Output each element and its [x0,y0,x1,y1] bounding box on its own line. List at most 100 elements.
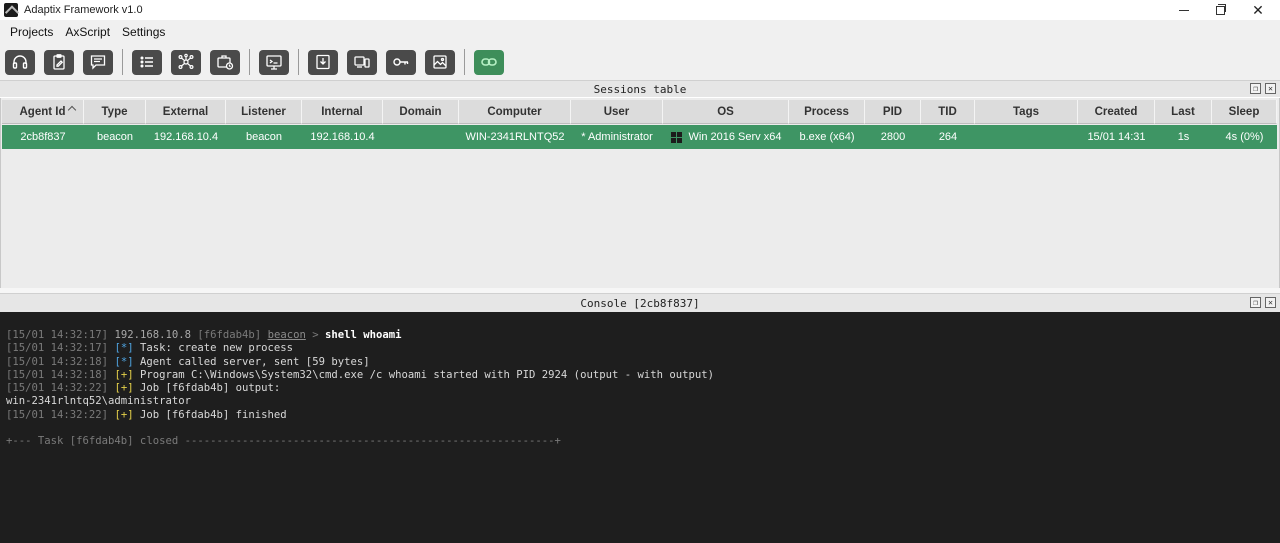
cell-computer: WIN-2341RLNTQ52 [465,131,565,143]
cell-os-text: Win 2016 Serv x64 [688,131,782,143]
column-header-computer[interactable]: Computer [459,100,571,124]
briefcase-clock-icon [217,55,234,70]
cell-process: b.exe (x64) [799,131,855,143]
link-icon [481,58,497,66]
cell-domain [383,125,459,149]
cell-last: 1s [1177,131,1190,143]
title-bar: Adaptix Framework v1.0 ✕ [0,0,1280,20]
panel-float-button[interactable]: ❐ [1250,83,1261,94]
download-tray-icon [316,54,330,70]
windows-logo-icon [670,131,682,143]
window-title: Adaptix Framework v1.0 [24,4,143,16]
downloads-button[interactable] [308,49,338,75]
toolbar [0,44,1280,80]
panel-float-button[interactable]: ❐ [1250,297,1261,308]
column-header-last[interactable]: Last [1155,100,1212,124]
column-header-process[interactable]: Process [789,100,865,124]
close-icon: ✕ [1268,84,1273,93]
console-panel-title: Console [2cb8f837] [580,296,700,310]
sessions-list-button[interactable] [132,49,162,75]
column-header-domain[interactable]: Domain [383,100,459,124]
devices-icon [354,56,370,68]
key-icon [393,58,409,66]
graph-button[interactable] [171,49,201,75]
cell-created: 15/01 14:31 [1087,131,1146,143]
cell-type: beacon [96,131,134,143]
close-icon: ✕ [1252,1,1264,18]
list-icon [140,56,153,68]
console-line: [15/01 14:32:17] [*] Task: create new pr… [6,342,294,355]
console-output-line: win-2341rlntq52\administrator [6,395,191,408]
sessions-panel-title: Sessions table [593,82,687,96]
console-prompt-line: [15/01 14:32:17] 192.168.10.8 [f6fdab4b]… [6,329,402,341]
toolbar-separator [298,49,299,75]
toolbar-separator [249,49,250,75]
column-header-os[interactable]: OS [663,100,789,124]
table-row[interactable]: 2cb8f837 beacon 192.168.10.4 beacon 192.… [2,125,1277,149]
float-icon: ❐ [1253,84,1258,93]
monitor-code-icon [266,55,282,70]
terminal-button[interactable] [259,49,289,75]
panel-close-button[interactable]: ✕ [1265,83,1276,94]
column-header-pid[interactable]: PID [865,100,921,124]
cell-os: Win 2016 Serv x64 [663,125,789,149]
listeners-link-button[interactable] [474,49,504,75]
chat-button[interactable] [83,49,113,75]
sessions-panel-header: Sessions table ❐ ✕ [0,80,1280,97]
console-task-footer: +--- Task [f6fdab4b] closed ------------… [6,435,561,447]
column-header-sleep[interactable]: Sleep [1212,100,1277,124]
console-panel-header: Console [2cb8f837] ❐ ✕ [0,293,1280,312]
column-header-internal[interactable]: Internal [302,100,383,124]
minimize-button[interactable] [1166,0,1202,20]
console-line: [15/01 14:32:18] [+] Program C:\Windows\… [6,368,715,381]
targets-button[interactable] [347,49,377,75]
console-line: [15/01 14:32:18] [*] Agent called server… [6,355,370,368]
column-header-external[interactable]: External [146,100,226,124]
column-header-created[interactable]: Created [1078,100,1155,124]
restore-icon [1215,3,1226,15]
close-icon: ✕ [1268,298,1273,307]
tasks-button[interactable] [210,49,240,75]
cell-agent-id: 2cb8f837 [20,131,66,143]
column-header-listener[interactable]: Listener [226,100,302,124]
close-button[interactable]: ✕ [1240,0,1276,20]
panel-close-button[interactable]: ✕ [1265,297,1276,308]
network-graph-icon [178,53,194,70]
sessions-table: Agent Id Type External Listener Internal… [0,98,1280,288]
minimize-icon [1179,9,1189,11]
clipboard-edit-icon [53,54,65,70]
chat-message-icon [90,55,106,70]
cell-external: 192.168.10.4 [153,131,219,143]
cell-tid: 264 [938,131,958,143]
menu-projects[interactable]: Projects [4,22,59,42]
screenshots-button[interactable] [425,49,455,75]
column-header-user[interactable]: User [571,100,663,124]
cell-pid: 2800 [880,131,906,143]
image-gallery-icon [433,55,447,69]
column-header-tid[interactable]: TID [921,100,975,124]
column-header-type[interactable]: Type [84,100,146,124]
cell-listener: beacon [245,131,283,143]
column-header-tags[interactable]: Tags [975,100,1078,124]
console-output[interactable]: [15/01 14:32:17] 192.168.10.8 [f6fdab4b]… [0,312,1280,543]
console-line: [15/01 14:32:22] [+] Job [f6fdab4b] outp… [6,382,281,394]
cell-tags [975,125,1078,149]
app-logo-icon [4,3,18,17]
table-header: Agent Id Type External Listener Internal… [2,100,1277,124]
headset-button[interactable] [5,49,35,75]
cell-user: * Administrator [581,131,653,143]
menu-settings[interactable]: Settings [116,22,171,42]
column-header-agent-id[interactable]: Agent Id [2,100,84,124]
cell-sleep: 4s (0%) [1225,131,1264,143]
toolbar-separator [464,49,465,75]
credentials-button[interactable] [386,49,416,75]
menu-bar: Projects AxScript Settings [0,20,1280,44]
notes-button[interactable] [44,49,74,75]
toolbar-separator [122,49,123,75]
agent-link[interactable]: beacon [268,329,306,341]
headset-icon [12,55,28,69]
float-icon: ❐ [1253,298,1258,307]
menu-axscript[interactable]: AxScript [59,22,116,42]
maximize-button[interactable] [1202,0,1238,20]
sort-ascending-icon [67,105,77,115]
